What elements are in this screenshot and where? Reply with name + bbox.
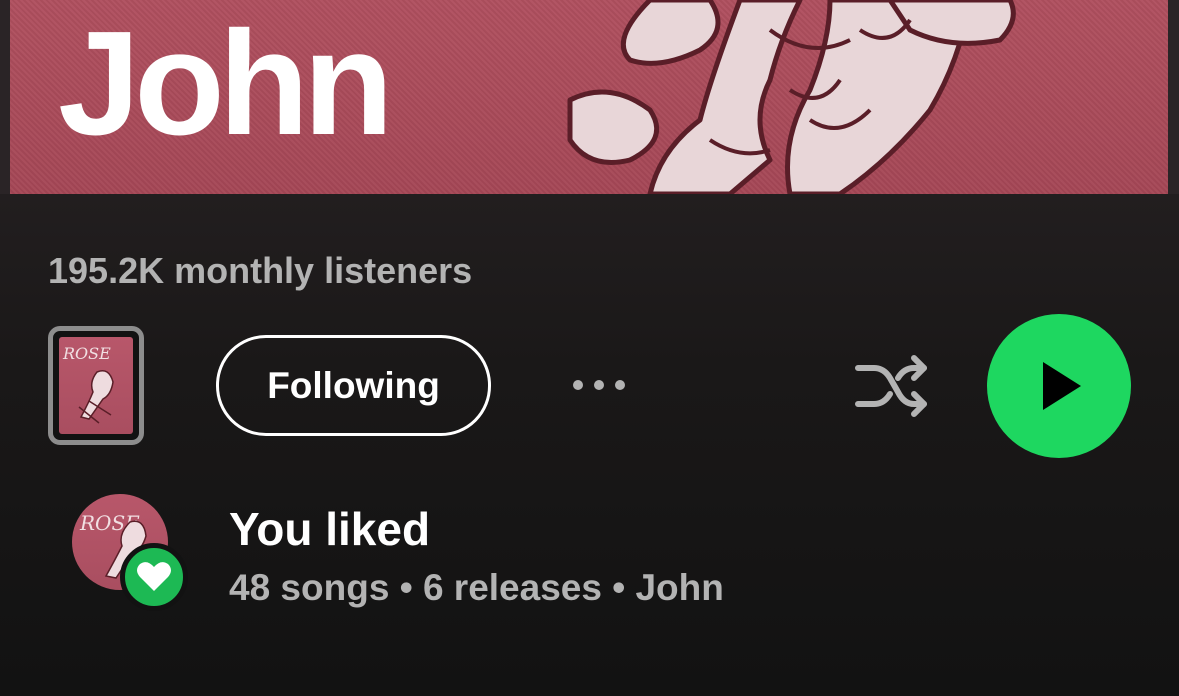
more-dot [573, 380, 583, 390]
monthly-listeners: 195.2K monthly listeners [48, 250, 473, 291]
liked-artist-name: John [635, 567, 724, 608]
separator: • [399, 567, 413, 608]
play-button[interactable] [987, 314, 1131, 458]
you-liked-title[interactable]: You liked [229, 502, 430, 556]
separator: • [612, 567, 626, 608]
heart-icon [137, 562, 171, 591]
more-options-button[interactable] [560, 360, 638, 410]
artist-header: John [0, 0, 1179, 194]
shuffle-button[interactable] [852, 350, 932, 422]
more-dot [615, 380, 625, 390]
liked-song-count: 48 songs [229, 567, 390, 608]
more-dot [594, 380, 604, 390]
play-icon [1043, 362, 1081, 410]
liked-release-count: 6 releases [422, 567, 602, 608]
artist-cover-thumbnail[interactable]: ROSE [48, 326, 144, 445]
artist-banner-image: John [10, 0, 1168, 194]
liked-summary: 48 songs • 6 releases • John [229, 567, 724, 609]
cover-art-text: ROSE [62, 344, 111, 363]
shuffle-icon [855, 355, 927, 417]
liked-badge [120, 543, 188, 611]
cover-art-illustration: ROSE [62, 344, 114, 424]
artist-name: John [58, 1, 394, 166]
cover-art: ROSE [59, 337, 133, 434]
following-button[interactable]: Following [216, 335, 491, 436]
